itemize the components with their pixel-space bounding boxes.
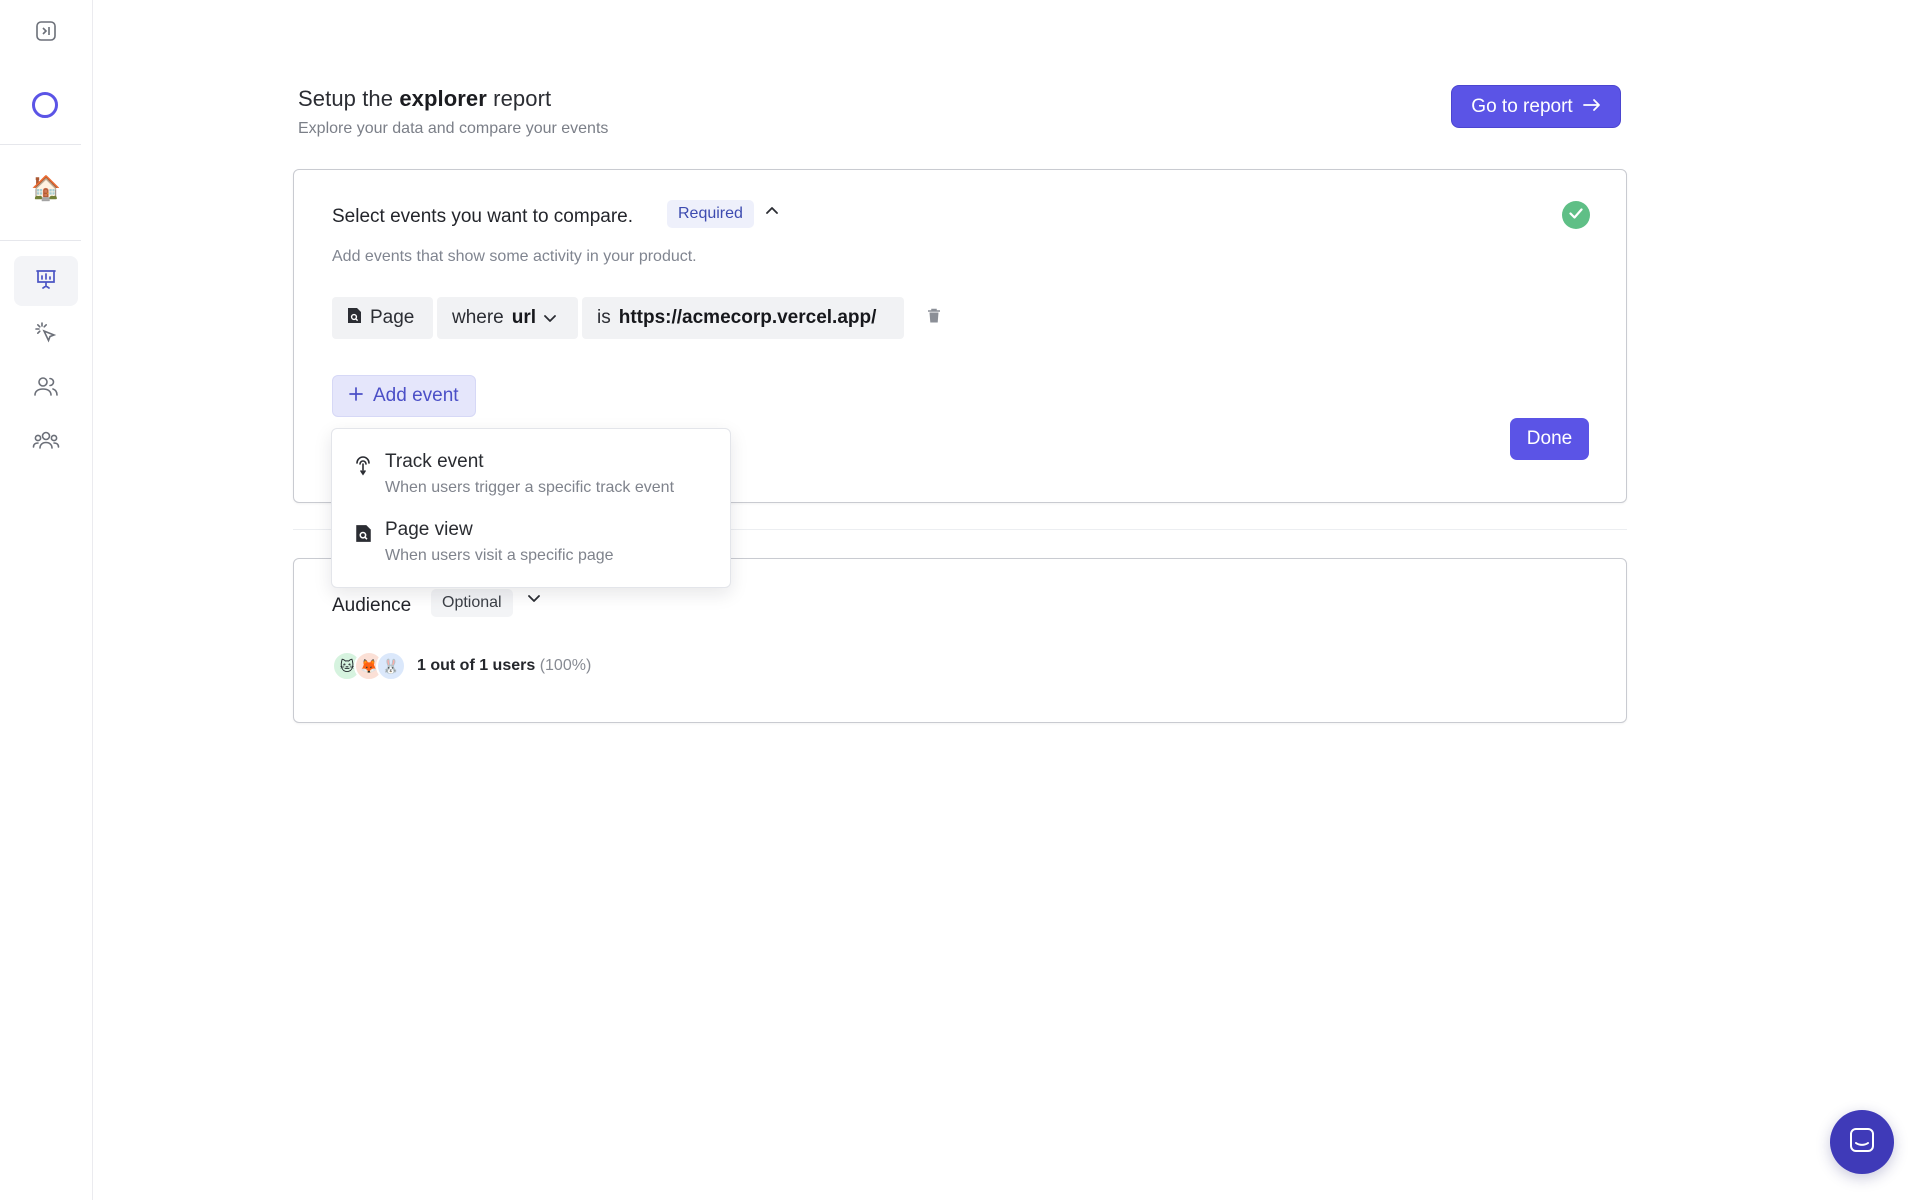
sidebar: 🏠 <box>0 0 93 1200</box>
sidebar-item-home[interactable]: 🏠 <box>14 164 78 214</box>
users-icon <box>33 374 59 403</box>
audience-title: Audience <box>332 595 412 616</box>
panel-toggle-icon <box>35 20 57 47</box>
arrow-right-icon <box>1582 96 1601 118</box>
page-icon <box>347 307 362 330</box>
property-label: url <box>511 307 537 328</box>
operator-label: is <box>597 307 611 328</box>
user-group-icon <box>32 428 60 457</box>
page-title: Setup the explorer report <box>298 86 608 112</box>
chat-icon <box>1848 1126 1876 1159</box>
chevron-up-icon <box>766 201 778 219</box>
go-to-report-label: Go to report <box>1471 95 1573 117</box>
title-prefix: Setup the <box>298 86 394 111</box>
collapse-section-button[interactable] <box>764 202 780 218</box>
workspace-logo[interactable] <box>32 92 58 118</box>
filter-value: https://acmecorp.vercel.app/ <box>618 307 877 328</box>
audience-avatars: 🐱 🦊 🐰 <box>332 651 408 681</box>
section-complete-check <box>1562 201 1590 229</box>
menu-item-description: When users visit a specific page <box>385 547 614 564</box>
add-event-button[interactable]: Add event <box>332 375 476 417</box>
avatar: 🐰 <box>376 651 406 681</box>
sidebar-divider <box>0 144 81 145</box>
title-suffix: report <box>493 86 552 111</box>
sidebar-item-groups[interactable] <box>14 417 78 467</box>
filter-value-chip[interactable]: is https://acmecorp.vercel.app/ <box>582 297 904 339</box>
collapse-sidebar-button[interactable] <box>14 8 78 58</box>
trash-icon <box>927 308 941 329</box>
touch-pointer-icon <box>352 454 374 476</box>
page-subtitle: Explore your data and compare your event… <box>298 120 609 137</box>
go-to-report-button[interactable]: Go to report <box>1451 85 1621 128</box>
events-section-title: Select events you want to compare. <box>332 206 633 227</box>
sidebar-item-people[interactable] <box>14 363 78 413</box>
chevron-down-icon <box>544 307 556 329</box>
audience-count-text: 1 out of 1 users <box>417 657 536 674</box>
cursor-click-icon <box>34 321 58 350</box>
optional-badge: Optional <box>431 589 513 617</box>
property-selector[interactable]: where url <box>437 297 578 339</box>
audience-count: 1 out of 1 users (100%) <box>417 657 591 675</box>
where-label: where <box>452 307 504 328</box>
plus-icon <box>349 385 363 407</box>
done-button[interactable]: Done <box>1510 418 1589 460</box>
sidebar-item-events[interactable] <box>14 310 78 360</box>
house-icon: 🏠 <box>31 175 61 202</box>
add-event-label: Add event <box>373 385 459 406</box>
menu-item-page-view[interactable]: Page view When users visit a specific pa… <box>332 497 730 565</box>
menu-item-label: Page view <box>385 519 473 540</box>
audience-percent: (100%) <box>539 657 592 674</box>
page-header: Setup the explorer report Explore your d… <box>298 86 608 138</box>
event-type-chip[interactable]: Page <box>332 297 433 339</box>
sidebar-divider <box>0 240 81 241</box>
menu-item-track-event[interactable]: Track event When users trigger a specifi… <box>332 429 730 497</box>
sidebar-item-reports[interactable] <box>14 256 78 306</box>
add-event-menu: Track event When users trigger a specifi… <box>331 428 731 588</box>
menu-item-description: When users trigger a specific track even… <box>385 479 675 496</box>
chat-widget-button[interactable] <box>1830 1110 1894 1174</box>
delete-filter-button[interactable] <box>924 308 944 328</box>
menu-item-label: Track event <box>385 451 484 472</box>
events-hint-text: Add events that show some activity in yo… <box>332 248 697 265</box>
page-search-icon <box>352 522 374 544</box>
check-icon <box>1569 206 1583 224</box>
required-badge: Required <box>667 200 754 228</box>
title-report-type: explorer <box>399 86 487 111</box>
expand-audience-button[interactable] <box>526 591 542 607</box>
chevron-down-icon <box>528 590 540 608</box>
presentation-chart-icon <box>34 267 58 296</box>
event-type-label: Page <box>370 307 415 328</box>
